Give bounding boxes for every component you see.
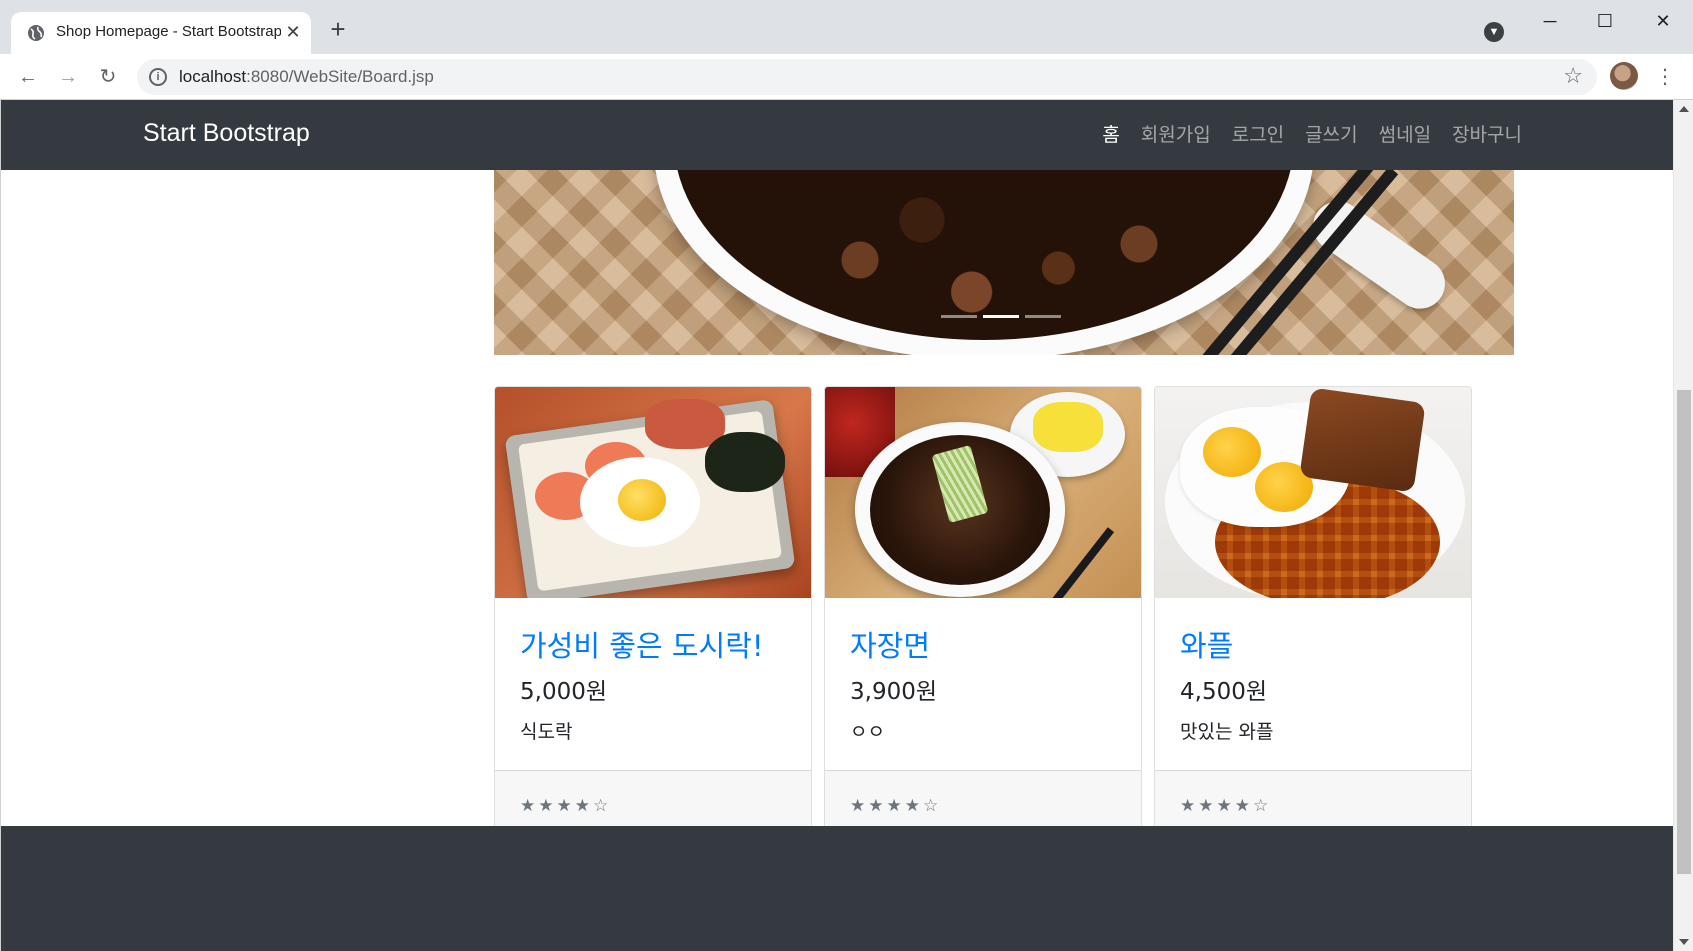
product-title[interactable]: 자장면 — [850, 623, 930, 665]
product-title[interactable]: 가성비 좋은 도시락! — [520, 623, 764, 665]
tab-title: Shop Homepage - Start Bootstrap — [56, 23, 281, 40]
profile-avatar[interactable] — [1610, 62, 1638, 90]
scroll-down-icon[interactable] — [1679, 939, 1689, 945]
maximize-button[interactable]: ☐ — [1582, 6, 1628, 36]
address-bar[interactable]: i localhost:8080/WebSite/Board.jsp ☆ — [137, 59, 1597, 95]
carousel-indicator-1[interactable] — [941, 315, 977, 318]
nav-signup[interactable]: 회원가입 — [1141, 120, 1211, 147]
nav-write[interactable]: 글쓰기 — [1305, 120, 1357, 147]
rating-stars: ★★★★☆ — [850, 796, 942, 816]
browser-tab[interactable]: Shop Homepage - Start Bootstrap ✕ — [11, 12, 311, 54]
navbar-brand[interactable]: Start Bootstrap — [143, 119, 310, 148]
reload-button[interactable]: ↻ — [93, 62, 123, 92]
product-price: 3,900원 — [850, 679, 938, 705]
site-navbar: Start Bootstrap 홈 회원가입 로그인 글쓰기 썸네일 장바구니 — [1, 100, 1673, 170]
forward-button[interactable]: → — [53, 62, 83, 92]
browser-toolbar: ← → ↻ i localhost:8080/WebSite/Board.jsp… — [0, 54, 1693, 100]
bookmark-star-icon[interactable]: ☆ — [1563, 63, 1583, 89]
tab-search-icon[interactable]: ▼ — [1484, 22, 1504, 42]
product-description: 식도락 — [520, 721, 573, 743]
rating-stars: ★★★★☆ — [1180, 796, 1272, 816]
carousel-indicator-3[interactable] — [1025, 315, 1061, 318]
seaweed-shape — [705, 432, 785, 492]
globe-icon — [28, 25, 44, 41]
dosirak-photo[interactable] — [495, 387, 811, 598]
minimize-button[interactable]: ─ — [1527, 6, 1573, 36]
close-window-button[interactable]: ✕ — [1640, 6, 1686, 36]
site-footer — [1, 826, 1673, 951]
product-price: 4,500원 — [1180, 679, 1268, 705]
tab-close-icon[interactable]: ✕ — [281, 20, 305, 44]
url-text: localhost:8080/WebSite/Board.jsp — [179, 67, 434, 87]
new-tab-button[interactable]: + — [326, 16, 350, 42]
product-description: ㅇㅇ — [850, 721, 885, 743]
url-path: :8080/WebSite/Board.jsp — [246, 67, 434, 86]
product-description: 맛있는 와플 — [1180, 721, 1274, 743]
waffle-photo[interactable] — [1155, 387, 1471, 598]
egg-yolk-shape — [1203, 427, 1261, 477]
scrollbar-thumb[interactable] — [1677, 390, 1691, 874]
carousel-indicators — [941, 315, 1061, 318]
product-card: 와플 4,500원 맛있는 와플 ★★★★☆ harujip — [1154, 386, 1472, 862]
navbar-links: 홈 회원가입 로그인 글쓰기 썸네일 장바구니 — [1102, 120, 1522, 147]
hero-carousel[interactable] — [494, 170, 1514, 355]
url-host: localhost — [179, 67, 247, 86]
nav-home[interactable]: 홈 — [1102, 120, 1119, 147]
nav-login[interactable]: 로그인 — [1232, 120, 1284, 147]
page-scrollbar[interactable] — [1673, 100, 1693, 951]
nav-thumbnail[interactable]: 썸네일 — [1379, 120, 1431, 147]
product-card: 자장면 3,900원 ㅇㅇ ★★★★☆ harujip — [824, 386, 1142, 862]
pickled-radish-shape — [1033, 402, 1103, 452]
scroll-up-icon[interactable] — [1679, 106, 1689, 112]
product-title[interactable]: 와플 — [1180, 623, 1233, 665]
rating-stars: ★★★★☆ — [520, 796, 612, 816]
nav-cart[interactable]: 장바구니 — [1452, 120, 1522, 147]
site-info-icon[interactable]: i — [149, 68, 167, 86]
page-viewport: Start Bootstrap 홈 회원가입 로그인 글쓰기 썸네일 장바구니 — [0, 100, 1673, 951]
product-price: 5,000원 — [520, 679, 608, 705]
back-button[interactable]: ← — [13, 62, 43, 92]
meat-shape — [1299, 387, 1426, 493]
product-card: 가성비 좋은 도시락! 5,000원 식도락 ★★★★☆ harujip — [494, 386, 812, 862]
carousel-indicator-2[interactable] — [983, 315, 1019, 318]
jjajangmyeon-photo[interactable] — [825, 387, 1141, 598]
egg-yolk-shape — [618, 479, 666, 521]
browser-tabstrip: Shop Homepage - Start Bootstrap ✕ + ▼ ─ … — [0, 0, 1693, 54]
browser-menu-icon[interactable]: ⋮ — [1650, 62, 1680, 92]
